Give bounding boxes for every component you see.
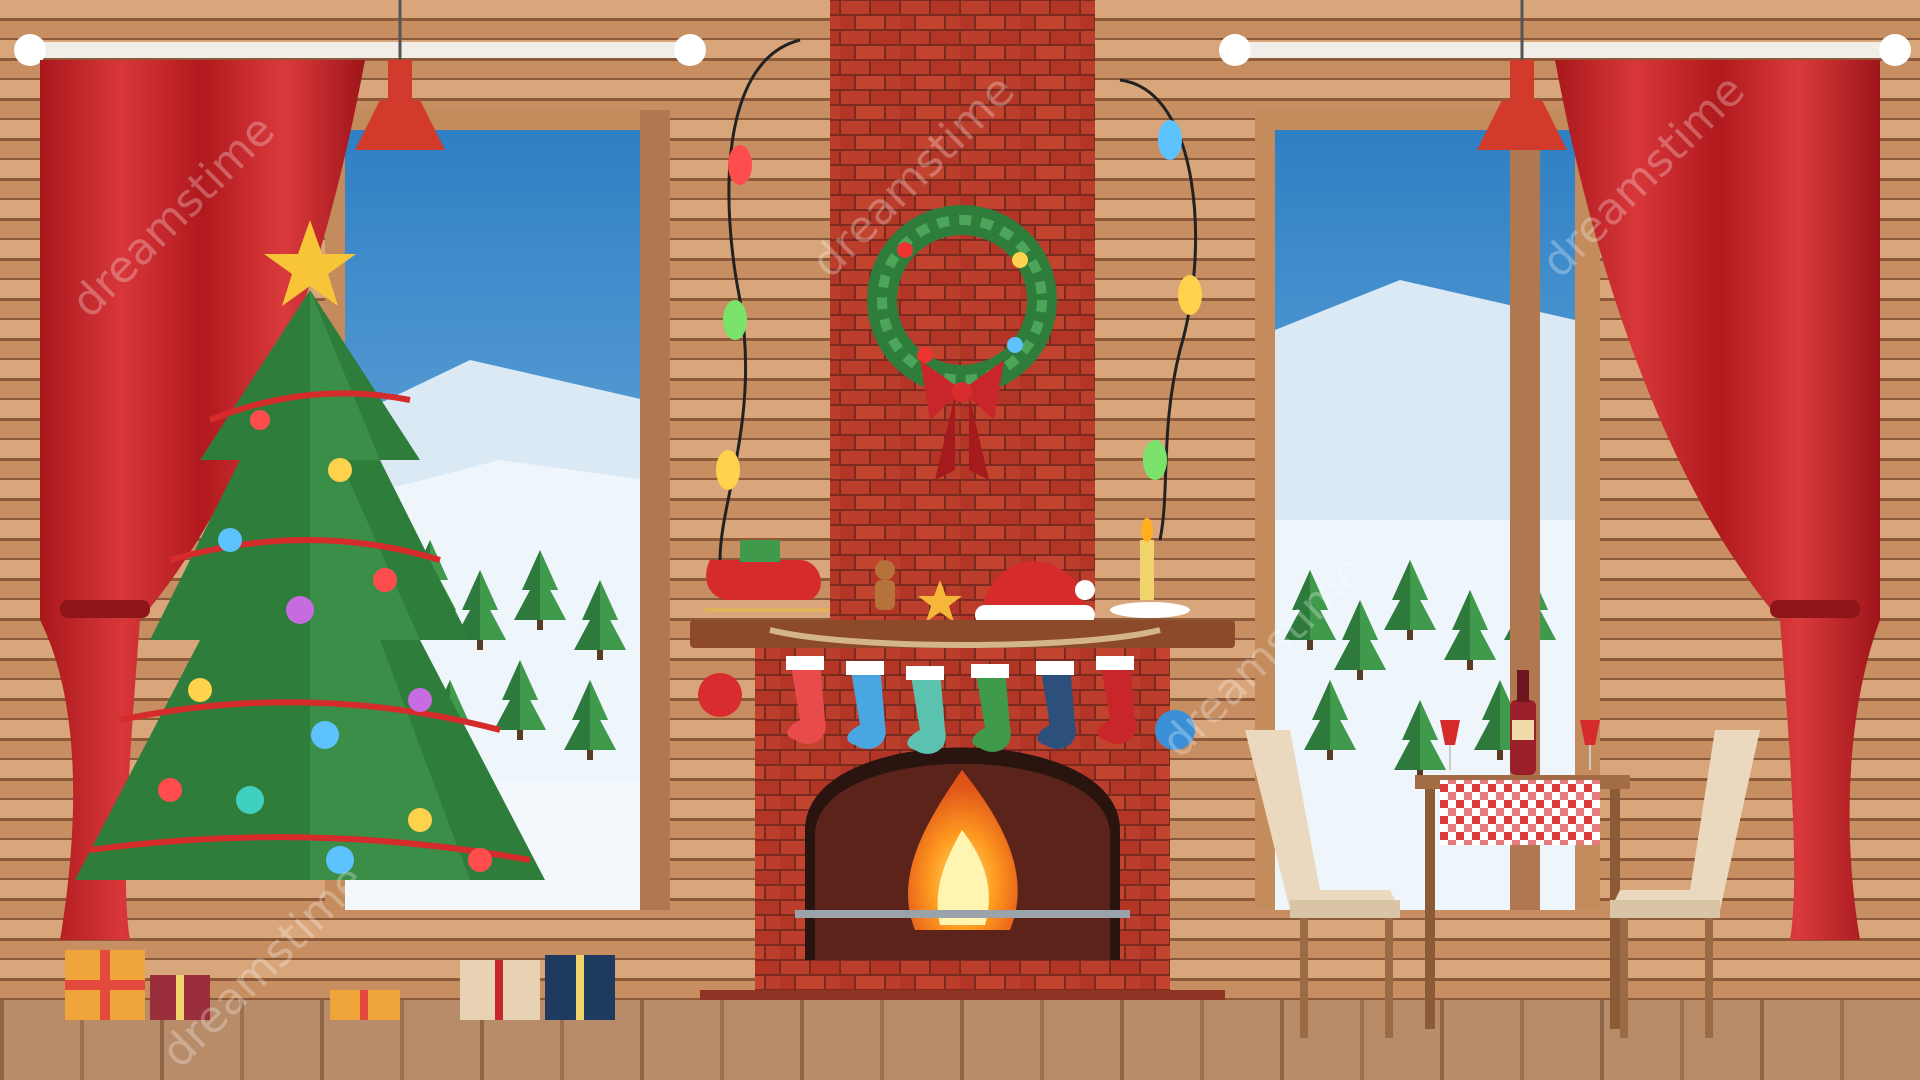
christmas-living-room-scene: dreamstime dreamstime dreamstime dreamst…: [0, 0, 1920, 1080]
wooden-floor: [0, 1000, 1920, 1080]
gingerbread-man-icon: [875, 560, 895, 610]
gift-box-icon: [460, 960, 540, 1020]
curtain-tie-right: [1770, 600, 1860, 618]
gift-box-icon: [65, 950, 145, 1020]
gift-box-icon: [330, 990, 400, 1020]
fireplace-grate: [795, 910, 1130, 918]
curtain-tie-left: [60, 600, 150, 618]
gift-box-icon: [545, 955, 615, 1020]
